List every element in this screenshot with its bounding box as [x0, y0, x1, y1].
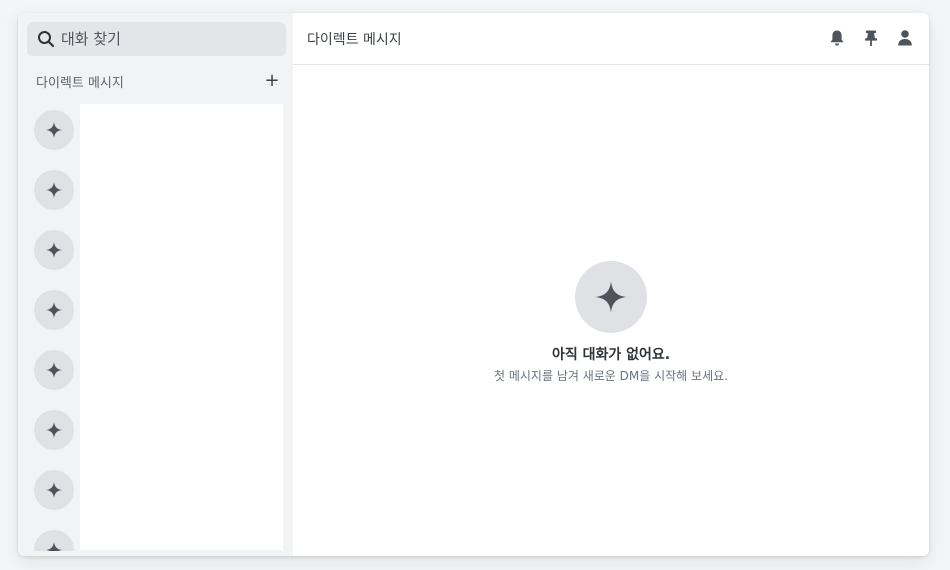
- avatar: [34, 470, 74, 510]
- sparkle-icon: [45, 301, 63, 319]
- topbar-actions: [827, 28, 915, 48]
- notifications-button[interactable]: [827, 28, 847, 48]
- sparkle-icon: [45, 241, 63, 259]
- avatar: [34, 350, 74, 390]
- pinned-button[interactable]: [861, 28, 881, 48]
- empty-state-subtitle: 첫 메시지를 남겨 새로운 DM을 시작해 보세요.: [494, 369, 728, 383]
- avatar: [34, 110, 74, 150]
- empty-state-title: 아직 대화가 없어요.: [551, 347, 671, 363]
- empty-state-avatar: [575, 261, 647, 333]
- user-icon: [898, 30, 912, 46]
- sparkle-icon: [45, 481, 63, 499]
- profile-button[interactable]: [895, 28, 915, 48]
- add-dm-button[interactable]: +: [263, 72, 281, 90]
- dm-list: [18, 103, 293, 551]
- avatar: [34, 290, 74, 330]
- avatar: [34, 230, 74, 270]
- dm-list-item[interactable]: [18, 403, 293, 463]
- sparkle-icon: [595, 281, 627, 313]
- sparkle-icon: [45, 181, 63, 199]
- page-title: 다이렉트 메시지: [307, 31, 402, 48]
- main-panel: 다이렉트 메시지 아직 대화가 없어요. 첫 메시지를 남겨 새로운 DM을 시…: [293, 13, 929, 556]
- search-icon: [37, 30, 55, 48]
- search-box[interactable]: [27, 22, 286, 56]
- dm-section-label: 다이렉트 메시지: [36, 75, 124, 91]
- avatar: [34, 410, 74, 450]
- dm-list-item[interactable]: [18, 523, 293, 551]
- dm-list-item[interactable]: [18, 463, 293, 523]
- dm-list-item[interactable]: [18, 103, 293, 163]
- dm-list-item[interactable]: [18, 343, 293, 403]
- dm-list-item[interactable]: [18, 283, 293, 343]
- sidebar: 다이렉트 메시지 +: [18, 13, 293, 556]
- sparkle-icon: [45, 541, 63, 551]
- topbar: 다이렉트 메시지: [293, 13, 929, 65]
- sparkle-icon: [45, 421, 63, 439]
- sparkle-icon: [45, 361, 63, 379]
- avatar: [34, 530, 74, 551]
- dm-section-header: 다이렉트 메시지 +: [36, 71, 281, 91]
- pin-icon: [865, 30, 877, 46]
- sparkle-icon: [45, 121, 63, 139]
- empty-state: 아직 대화가 없어요. 첫 메시지를 남겨 새로운 DM을 시작해 보세요.: [293, 261, 929, 384]
- dm-list-item[interactable]: [18, 163, 293, 223]
- bell-icon: [830, 30, 844, 46]
- search-input[interactable]: [61, 30, 271, 48]
- avatar: [34, 170, 74, 210]
- dm-list-item[interactable]: [18, 223, 293, 283]
- app-window: 다이렉트 메시지 +: [18, 13, 929, 556]
